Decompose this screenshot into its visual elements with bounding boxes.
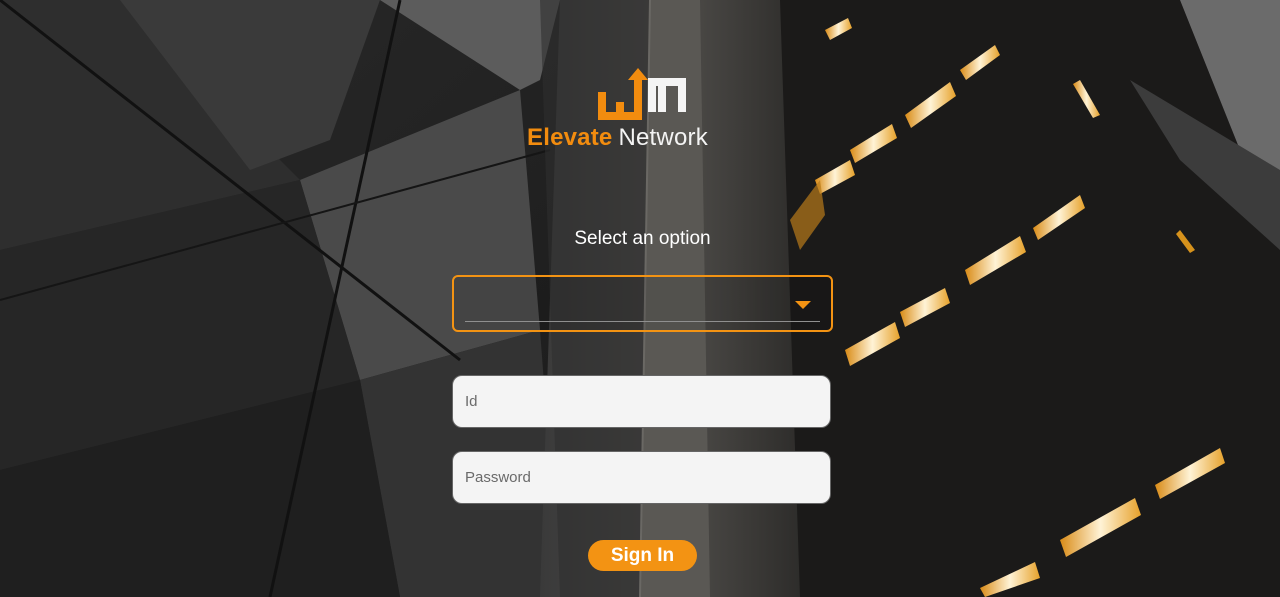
sign-in-button[interactable]: Sign In — [588, 540, 697, 571]
id-input[interactable] — [452, 375, 831, 428]
brand-name: Elevate Network — [527, 124, 767, 152]
caret-down-icon[interactable] — [795, 301, 811, 309]
brand-logo: Elevate Network — [520, 62, 760, 158]
password-input[interactable] — [452, 451, 831, 504]
brand-name-part-1: Elevate — [527, 124, 613, 151]
bar-chart-arrow-icon — [598, 68, 686, 120]
brand-name-part-2: Network — [618, 124, 708, 151]
login-screen: ElevateNetwork Select an option Sign In — [0, 0, 1280, 597]
option-dropdown[interactable] — [452, 275, 833, 332]
select-option-label: Select an option — [574, 228, 711, 249]
dropdown-underline — [465, 321, 820, 322]
